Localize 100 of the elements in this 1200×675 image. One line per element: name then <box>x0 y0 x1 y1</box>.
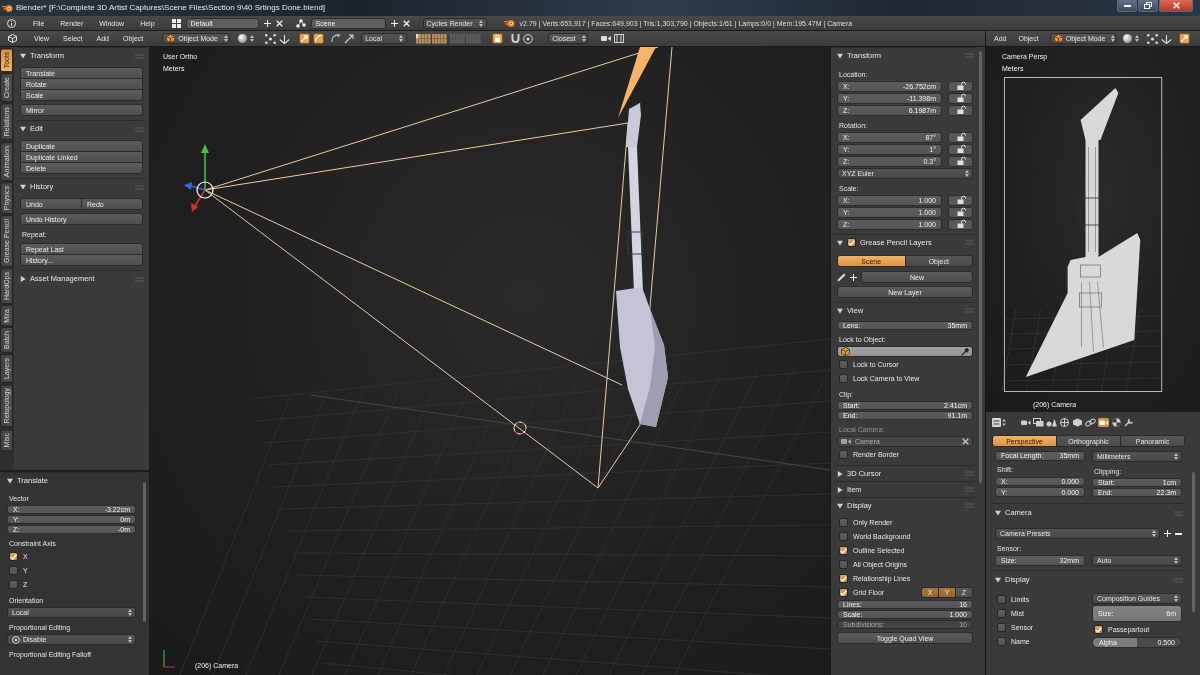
globe-icon[interactable] <box>1059 417 1070 427</box>
snap-target-icon[interactable] <box>523 33 534 44</box>
expanded-triangle-icon[interactable] <box>20 184 26 190</box>
scrollbar[interactable] <box>143 482 146 622</box>
checkbox[interactable] <box>997 609 1006 618</box>
cube-icon[interactable] <box>1072 417 1083 427</box>
checkbox[interactable] <box>839 560 848 569</box>
expanded-triangle-icon[interactable] <box>20 126 26 132</box>
collapsed-triangle-icon[interactable] <box>20 276 26 282</box>
collapsed-triangle-icon[interactable] <box>837 486 843 493</box>
checkbox[interactable] <box>839 518 848 527</box>
layers-icon[interactable] <box>1033 417 1044 427</box>
checkbox[interactable] <box>997 623 1006 632</box>
camera-icon <box>841 438 851 445</box>
wrench-icon[interactable] <box>1124 417 1135 427</box>
grid-layout-icon[interactable] <box>171 18 181 28</box>
checkbox[interactable] <box>1094 625 1103 634</box>
open-padlock-icon[interactable] <box>948 195 973 206</box>
checkbox[interactable] <box>847 238 856 247</box>
expanded-triangle-icon[interactable] <box>7 478 13 484</box>
maximize-button[interactable] <box>1138 0 1158 12</box>
updown-arrows-icon <box>250 35 255 42</box>
open-padlock-icon[interactable] <box>948 81 973 92</box>
film-strip-icon[interactable] <box>614 34 625 43</box>
cube-icon <box>841 347 850 356</box>
checker-sphere-icon[interactable] <box>1111 417 1122 427</box>
checkbox[interactable] <box>839 546 848 555</box>
curve-tool-icon[interactable] <box>313 33 325 44</box>
down-arrow-icon[interactable] <box>279 33 291 44</box>
plus-icon[interactable] <box>390 19 398 27</box>
pivot-point-icon[interactable] <box>1146 33 1158 44</box>
magnet-icon[interactable] <box>511 33 521 44</box>
eyedropper-icon[interactable] <box>961 347 969 356</box>
checkbox[interactable] <box>9 552 18 561</box>
pencil-icon[interactable] <box>837 272 846 282</box>
layer-grid-icon[interactable] <box>416 33 448 44</box>
close-button[interactable] <box>1159 0 1193 12</box>
scale-corner-icon[interactable] <box>344 33 355 44</box>
checkbox[interactable] <box>997 595 1006 604</box>
updown-arrows-icon <box>223 35 228 42</box>
updown-arrows-icon <box>1111 35 1116 42</box>
checkbox[interactable] <box>839 588 848 597</box>
camera-up-marker[interactable] <box>618 47 656 118</box>
chain-link-icon[interactable] <box>1085 417 1096 427</box>
cube-icon[interactable] <box>8 34 17 43</box>
checkbox[interactable] <box>9 580 18 589</box>
down-arrow-icon[interactable] <box>1160 33 1172 44</box>
scene-objects-icon[interactable] <box>1046 417 1057 427</box>
minus-icon[interactable] <box>1175 532 1182 535</box>
open-padlock-icon[interactable] <box>948 132 973 143</box>
pivot-point-icon[interactable] <box>265 33 277 44</box>
plus-icon[interactable] <box>263 19 271 27</box>
transform-gizmo[interactable] <box>184 144 214 212</box>
sphere-icon[interactable] <box>238 34 248 43</box>
expanded-triangle-icon[interactable] <box>837 502 843 509</box>
updown-arrows-icon <box>478 19 483 27</box>
sphere-icon[interactable] <box>1122 34 1132 43</box>
open-padlock-icon[interactable] <box>948 144 973 155</box>
expanded-triangle-icon[interactable] <box>837 307 843 314</box>
checkbox[interactable] <box>839 532 848 541</box>
checkbox[interactable] <box>839 574 848 583</box>
checkbox[interactable] <box>997 637 1006 646</box>
cube-icon <box>166 34 176 43</box>
guitar-model[interactable] <box>1025 88 1141 377</box>
plus-icon[interactable] <box>1164 530 1171 537</box>
camera-icon[interactable] <box>1098 417 1109 427</box>
panel-list-icon[interactable] <box>992 417 1006 427</box>
checkbox[interactable] <box>839 360 848 369</box>
expanded-triangle-icon[interactable] <box>837 52 843 59</box>
open-padlock-icon[interactable] <box>948 219 973 230</box>
rotate-arc-icon[interactable] <box>331 33 342 44</box>
object-field[interactable] <box>837 346 973 357</box>
checkbox[interactable] <box>839 374 848 383</box>
scene-icon[interactable] <box>295 18 306 28</box>
padlock-icon[interactable] <box>492 33 504 44</box>
arrow-tool-icon[interactable] <box>299 33 311 44</box>
updown-arrows-icon <box>1174 595 1178 602</box>
guitar-model[interactable] <box>616 103 668 427</box>
minimize-button[interactable] <box>1117 0 1137 12</box>
open-padlock-icon[interactable] <box>948 207 973 218</box>
camera-wireframe[interactable] <box>204 47 673 489</box>
arrow-tool-icon[interactable] <box>1178 33 1190 44</box>
checkbox[interactable] <box>839 450 848 459</box>
scrollbar[interactable] <box>1192 472 1195 612</box>
checkmark-icon <box>840 547 847 554</box>
camera-icon[interactable] <box>601 35 612 42</box>
open-padlock-icon[interactable] <box>948 93 973 104</box>
plus-icon[interactable] <box>850 273 857 281</box>
scene-cursor[interactable] <box>513 421 527 435</box>
expanded-triangle-icon[interactable] <box>995 510 1001 516</box>
checkmark-icon <box>1095 626 1102 633</box>
info-icon[interactable] <box>7 18 16 28</box>
expanded-triangle-icon[interactable] <box>837 239 843 246</box>
open-padlock-icon[interactable] <box>948 105 973 116</box>
open-padlock-icon[interactable] <box>948 156 973 167</box>
checkbox[interactable] <box>9 566 18 575</box>
collapsed-triangle-icon[interactable] <box>837 470 843 477</box>
scrollbar[interactable] <box>979 51 982 483</box>
expanded-triangle-icon[interactable] <box>20 53 26 59</box>
expanded-triangle-icon[interactable] <box>995 577 1001 583</box>
